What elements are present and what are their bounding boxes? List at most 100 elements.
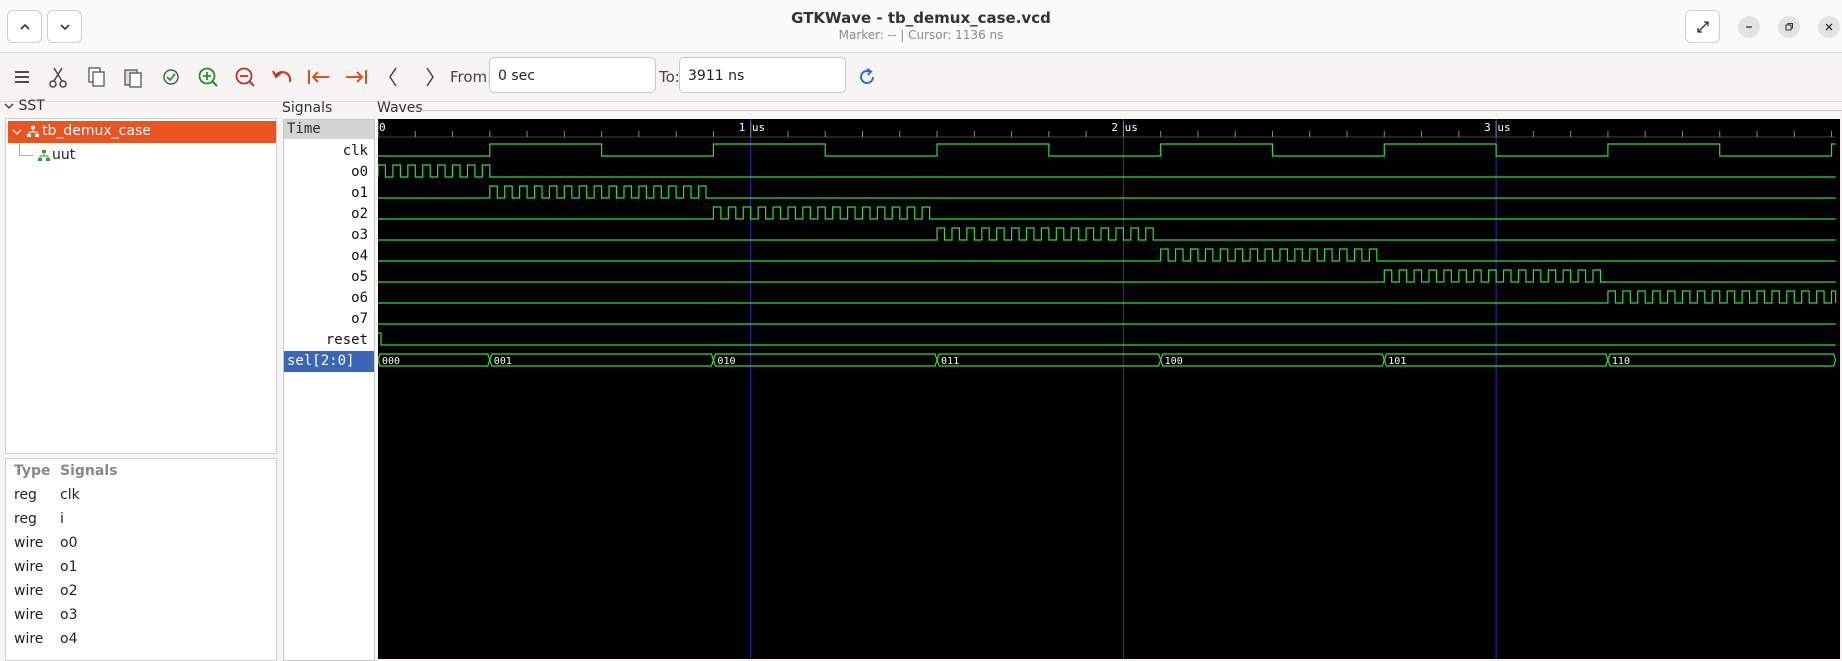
signal-type: wire [14, 559, 44, 575]
o6-waveform [378, 290, 1837, 304]
toolbar: From: 0 sec To: 3911 ns [0, 53, 1842, 102]
o1-waveform [378, 185, 1836, 199]
copy-icon [88, 67, 105, 87]
fullscreen-button[interactable] [1685, 10, 1720, 43]
waves-heading-rule [421, 110, 1842, 111]
chevron-down-icon [12, 129, 22, 135]
tree-item-tb-demux-case[interactable]: tb_demux_case [8, 121, 276, 143]
sel-bus-value: 001 [494, 356, 512, 367]
zoom-to-end-button[interactable] [342, 63, 370, 91]
window-subtitle: Marker: -- | Cursor: 1136 ns [838, 28, 1004, 42]
zoom-end-icon [346, 70, 367, 84]
signals-heading: Signals [282, 100, 333, 116]
signal-name: o2 [60, 583, 78, 599]
signal-name: o3 [60, 607, 78, 623]
from-label: From: [450, 68, 493, 86]
close-button[interactable] [1818, 16, 1840, 38]
time-row-label: Time [284, 120, 374, 139]
zoom-out-icon [235, 67, 255, 87]
clk-waveform [378, 143, 1836, 157]
signal-row-o0[interactable]: o0 [284, 162, 374, 183]
sel-bus-segment [936, 353, 1162, 367]
zoom-in-icon [198, 67, 218, 87]
zoom-start-icon [308, 70, 329, 84]
sst-heading[interactable]: SST [4, 98, 45, 114]
signal-name: i [60, 511, 64, 527]
zoom-in-button[interactable] [194, 63, 222, 91]
signal-row-o7[interactable]: o7 [284, 309, 374, 330]
sel-bus-value: 101 [1388, 356, 1406, 367]
prev-edge-button[interactable] [379, 63, 407, 91]
time-tick-label: 0 [379, 121, 386, 134]
menu-button[interactable] [8, 63, 36, 91]
type-column-header: Type [14, 463, 51, 479]
prev-icon [389, 67, 397, 87]
tree-item-label: uut [52, 147, 76, 163]
to-label: To: [659, 68, 680, 86]
signal-row-o3[interactable]: o3 [284, 225, 374, 246]
undo-zoom-button[interactable] [268, 63, 296, 91]
cut-button[interactable] [44, 63, 72, 91]
tree-item-label: tb_demux_case [42, 123, 151, 139]
cut-icon [49, 67, 67, 88]
sel-bus-segment [1607, 353, 1837, 367]
copy-button[interactable] [82, 63, 110, 91]
minimize-button[interactable] [1738, 16, 1760, 38]
reset-waveform [378, 332, 1836, 346]
time-tick-label: 2 us [1111, 121, 1138, 134]
signal-row-o4[interactable]: o4 [284, 246, 374, 267]
signal-name: clk [60, 487, 80, 503]
sel-bus-value: 011 [941, 356, 959, 367]
zoom-to-start-button[interactable] [305, 63, 333, 91]
signal-row-clk[interactable]: clk [284, 141, 374, 162]
signal-type: reg [14, 487, 37, 503]
select-all-button[interactable] [157, 63, 185, 91]
restore-icon [1785, 23, 1793, 31]
expand-icon [1696, 20, 1709, 33]
signals-panel: Signals Time clk o0 o1 o2 o3 o4 o5 o6 o7… [282, 100, 375, 661]
close-icon [1825, 23, 1833, 31]
zoom-out-button[interactable] [231, 63, 259, 91]
signal-type: wire [14, 583, 44, 599]
maximize-button[interactable] [1778, 16, 1800, 38]
tree-line [19, 155, 33, 156]
sel-bus-value: 010 [717, 356, 735, 367]
paste-button[interactable] [119, 63, 147, 91]
next-icon [426, 67, 434, 87]
o4-waveform [378, 248, 1836, 262]
signal-row-o6[interactable]: o6 [284, 288, 374, 309]
undo-icon [272, 70, 292, 83]
reload-icon [860, 68, 874, 84]
time-tick-label: 1 us [739, 121, 766, 134]
to-input[interactable]: 3911 ns [679, 57, 846, 93]
next-edge-button[interactable] [416, 63, 444, 91]
signal-type: wire [14, 631, 44, 647]
sel-bus-value: 000 [382, 356, 400, 367]
sel-bus-value: 110 [1612, 356, 1630, 367]
waveform-view[interactable]: 0 1 us 2 us 3 us 000 001 010 011 100 101 110 [378, 119, 1840, 659]
sst-heading-label: SST [18, 98, 45, 114]
signals-column-header: Signals [60, 463, 118, 479]
chevron-down-icon [4, 103, 14, 109]
o3-waveform [378, 227, 1836, 241]
waveform-canvas[interactable]: 0 1 us 2 us 3 us 000 001 010 011 100 101 110 [378, 119, 1840, 659]
signal-name: o4 [60, 631, 78, 647]
signal-type: wire [14, 535, 44, 551]
signal-row-o2[interactable]: o2 [284, 204, 374, 225]
signal-row-o1[interactable]: o1 [284, 183, 374, 204]
signal-type-list: Type Signals reg clk reg i wire o0 wire o1 w… [5, 458, 277, 661]
signal-row-sel[interactable]: sel[2:0] [284, 351, 374, 372]
sst-tree: tb_demux_case uut [5, 118, 277, 454]
from-input[interactable]: 0 sec [489, 57, 656, 93]
hierarchy-icon [27, 126, 39, 137]
tree-item-uut[interactable]: uut [34, 145, 154, 167]
sel-bus-segment [1160, 353, 1385, 367]
reload-button[interactable] [853, 63, 881, 91]
signal-row-o5[interactable]: o5 [284, 267, 374, 288]
o0-waveform [378, 164, 1836, 178]
signal-row-reset[interactable]: reset [284, 330, 374, 351]
o5-waveform [378, 269, 1836, 283]
o2-waveform [378, 206, 1836, 220]
select-all-icon [163, 69, 179, 85]
tree-line [19, 143, 20, 155]
